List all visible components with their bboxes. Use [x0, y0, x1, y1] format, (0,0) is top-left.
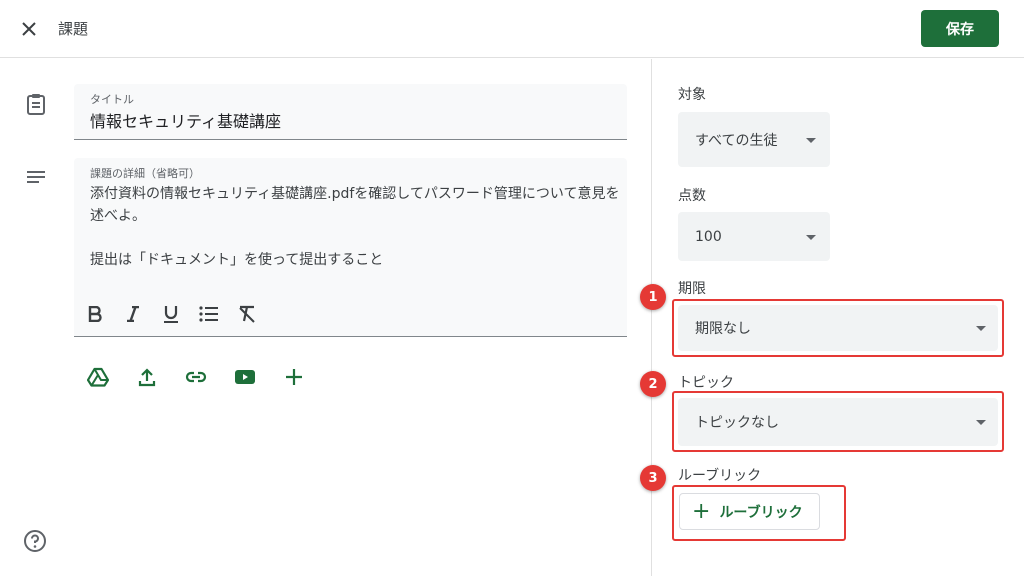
help-icon[interactable] [23, 529, 47, 553]
rubric-label: ルーブリック [678, 468, 762, 484]
close-icon [22, 22, 36, 36]
link-icon[interactable] [182, 363, 210, 391]
upload-icon[interactable] [133, 363, 161, 391]
topic-select[interactable]: トピックなし [678, 398, 998, 446]
description-icon [24, 165, 48, 189]
assign-to-label: 対象 [678, 87, 706, 103]
chevron-down-icon [976, 326, 986, 331]
title-input[interactable]: 情報セキュリティ基礎講座 [90, 108, 281, 132]
clear-formatting-icon[interactable] [234, 302, 260, 326]
due-select[interactable]: 期限なし [678, 305, 998, 351]
callout-badge-3: 3 [640, 465, 666, 491]
plus-icon: + [692, 498, 711, 524]
attachment-toolbar [84, 363, 308, 391]
add-rubric-button[interactable]: + ルーブリック [679, 493, 820, 530]
format-toolbar [82, 302, 260, 326]
save-button[interactable]: 保存 [921, 10, 999, 47]
add-rubric-label: ルーブリック [719, 504, 803, 521]
due-value: 期限なし [695, 321, 751, 337]
page-title: 課題 [58, 20, 89, 38]
callout-badge-1: 1 [640, 284, 666, 310]
points-value: 100 [695, 228, 722, 245]
add-icon[interactable] [280, 363, 308, 391]
topic-value: トピックなし [695, 415, 779, 431]
callout-badge-2: 2 [640, 371, 666, 397]
assign-to-value: すべての生徒 [695, 132, 778, 149]
assignment-icon [24, 92, 48, 116]
title-field[interactable]: タイトル 情報セキュリティ基礎講座 [74, 84, 627, 140]
chevron-down-icon [806, 137, 816, 143]
assignment-editor: タイトル 情報セキュリティ基礎講座 課題の詳細（省略可） 添付資料の情報セキュリ… [0, 59, 651, 576]
bulleted-list-icon[interactable] [196, 302, 222, 326]
details-input[interactable]: 添付資料の情報セキュリティ基礎講座.pdfを確認してパスワード管理について意見を… [90, 183, 620, 271]
points-label: 点数 [678, 188, 706, 204]
due-label: 期限 [678, 281, 706, 297]
top-bar: 課題 保存 [0, 0, 1024, 58]
assign-to-select[interactable]: すべての生徒 [678, 112, 830, 167]
chevron-down-icon [976, 420, 986, 425]
close-button[interactable] [16, 16, 42, 42]
details-label: 課題の詳細（省略可） [90, 167, 200, 180]
details-field[interactable]: 課題の詳細（省略可） 添付資料の情報セキュリティ基礎講座.pdfを確認してパスワ… [74, 158, 627, 337]
underline-icon[interactable] [158, 302, 184, 326]
bold-icon[interactable] [82, 302, 108, 326]
google-drive-icon[interactable] [84, 363, 112, 391]
settings-panel: 対象 すべての生徒 点数 100 1 期限 期限なし 2 トピック トピックなし… [640, 59, 1024, 576]
chevron-down-icon [806, 234, 816, 240]
italic-icon[interactable] [120, 302, 146, 326]
title-label: タイトル [90, 93, 134, 106]
youtube-icon[interactable] [231, 363, 259, 391]
points-select[interactable]: 100 [678, 212, 830, 261]
topic-label: トピック [678, 375, 734, 391]
